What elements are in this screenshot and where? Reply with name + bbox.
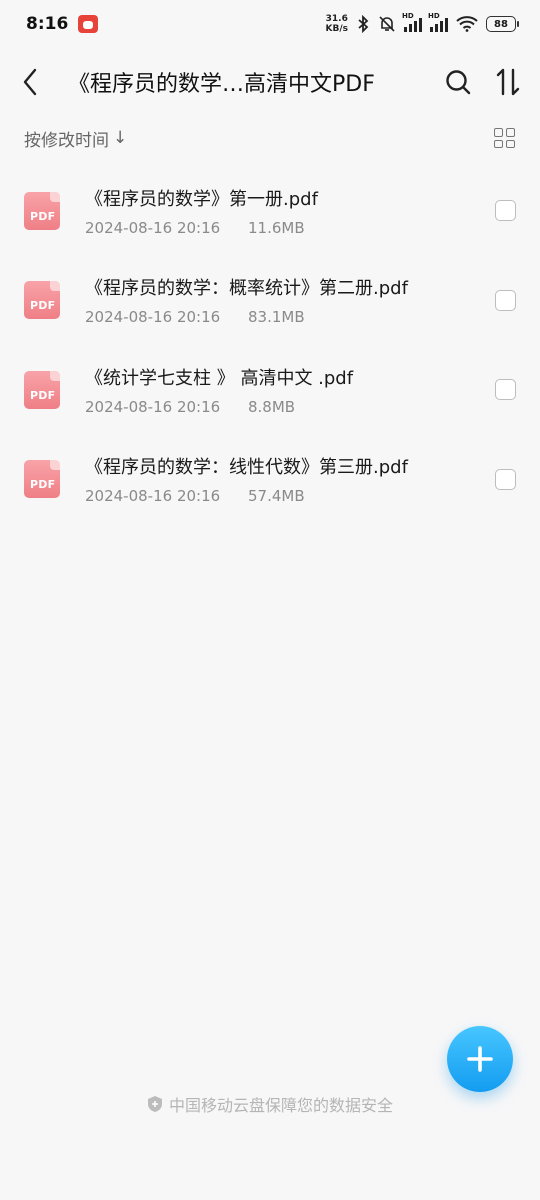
file-info: 《程序员的数学：线性代数》第三册.pdf 2024-08-16 20:16 57… (85, 453, 495, 505)
signal-icon-1: HD (402, 12, 422, 32)
network-speed-value: 31.6 (325, 14, 348, 24)
battery-indicator: 88 (486, 16, 519, 32)
pdf-file-icon: PDF (24, 370, 60, 409)
grid-view-icon[interactable] (492, 126, 516, 150)
select-checkbox[interactable] (495, 468, 516, 490)
back-arrow-icon (23, 68, 37, 96)
file-meta: 2024-08-16 20:16 57.4MB (85, 487, 495, 505)
select-checkbox[interactable] (495, 379, 516, 401)
select-checkbox[interactable] (495, 289, 516, 311)
mute-bell-icon (379, 16, 395, 32)
sort-order-toggle[interactable]: 按修改时间 ↓ (24, 126, 127, 151)
sort-icon (496, 68, 520, 96)
footer: 中国移动云盘保障您的数据安全 (0, 1092, 540, 1116)
app-notification-icon (78, 15, 99, 33)
file-info: 《程序员的数学：概率统计》第二册.pdf 2024-08-16 20:16 83… (85, 274, 495, 326)
header-actions (444, 68, 522, 96)
sort-label: 按修改时间 (24, 130, 109, 151)
file-date: 2024-08-16 20:16 (85, 487, 221, 506)
file-date: 2024-08-16 20:16 (85, 218, 221, 237)
file-size: 83.1MB (248, 308, 305, 327)
file-size: 8.8MB (248, 397, 296, 416)
file-name: 《程序员的数学》第一册.pdf (85, 188, 318, 210)
select-checkbox[interactable] (495, 200, 516, 222)
signal-icon-2: HD (428, 12, 448, 32)
sort-button[interactable] (494, 68, 522, 96)
header: 《程序员的数学…高清中文PDF (0, 52, 540, 112)
pdf-icon-label: PDF (30, 478, 56, 492)
file-meta: 2024-08-16 20:16 8.8MB (85, 398, 495, 416)
wifi-icon (456, 16, 478, 32)
network-speed-unit: KB/s (325, 24, 348, 34)
hd-label-2: HD (428, 12, 440, 20)
file-name: 《程序员的数学：线性代数》第三册.pdf (85, 457, 408, 479)
footer-text: 中国移动云盘保障您的数据安全 (168, 1096, 393, 1115)
pdf-file-icon: PDF (24, 191, 60, 230)
file-info: 《统计学七支柱 》 高清中文 .pdf 2024-08-16 20:16 8.8… (85, 364, 495, 416)
file-size: 57.4MB (248, 487, 305, 506)
list-item[interactable]: PDF 《程序员的数学：线性代数》第三册.pdf 2024-08-16 20:1… (0, 435, 540, 525)
pdf-icon-label: PDF (30, 388, 56, 402)
file-date: 2024-08-16 20:16 (85, 308, 221, 327)
pdf-icon-label: PDF (30, 209, 56, 223)
plus-icon (467, 1046, 493, 1072)
file-size: 11.6MB (248, 218, 305, 237)
page-title: 《程序员的数学…高清中文PDF (68, 72, 375, 97)
file-date: 2024-08-16 20:16 (85, 397, 221, 416)
list-item[interactable]: PDF 《统计学七支柱 》 高清中文 .pdf 2024-08-16 20:16… (0, 345, 540, 435)
file-meta: 2024-08-16 20:16 83.1MB (85, 308, 495, 326)
pdf-icon-label: PDF (30, 299, 56, 313)
search-button[interactable] (444, 68, 472, 96)
back-button[interactable] (22, 64, 52, 100)
sort-direction-arrow: ↓ (113, 128, 128, 148)
pdf-file-icon: PDF (24, 460, 60, 499)
list-item[interactable]: PDF 《程序员的数学：概率统计》第二册.pdf 2024-08-16 20:1… (0, 256, 540, 346)
file-name: 《程序员的数学：概率统计》第二册.pdf (85, 278, 408, 300)
sort-bar: 按修改时间 ↓ (0, 120, 540, 156)
status-bar: 8:16 31.6 KB/s HD HD 88 (0, 0, 540, 48)
list-item[interactable]: PDF 《程序员的数学》第一册.pdf 2024-08-16 20:16 11.… (0, 166, 540, 256)
file-name: 《统计学七支柱 》 高清中文 .pdf (85, 367, 354, 389)
hd-label-1: HD (402, 12, 414, 20)
file-meta: 2024-08-16 20:16 11.6MB (85, 219, 495, 237)
file-info: 《程序员的数学》第一册.pdf 2024-08-16 20:16 11.6MB (85, 185, 495, 237)
file-list: PDF 《程序员的数学》第一册.pdf 2024-08-16 20:16 11.… (0, 166, 540, 524)
add-button[interactable] (447, 1026, 513, 1092)
pdf-file-icon: PDF (24, 281, 60, 320)
status-time: 8:16 (26, 14, 69, 34)
network-speed: 31.6 KB/s (326, 14, 348, 34)
status-indicators: 31.6 KB/s HD HD 88 (326, 12, 519, 34)
bluetooth-icon (358, 15, 369, 33)
search-icon (446, 70, 471, 95)
shield-icon (147, 1096, 162, 1112)
